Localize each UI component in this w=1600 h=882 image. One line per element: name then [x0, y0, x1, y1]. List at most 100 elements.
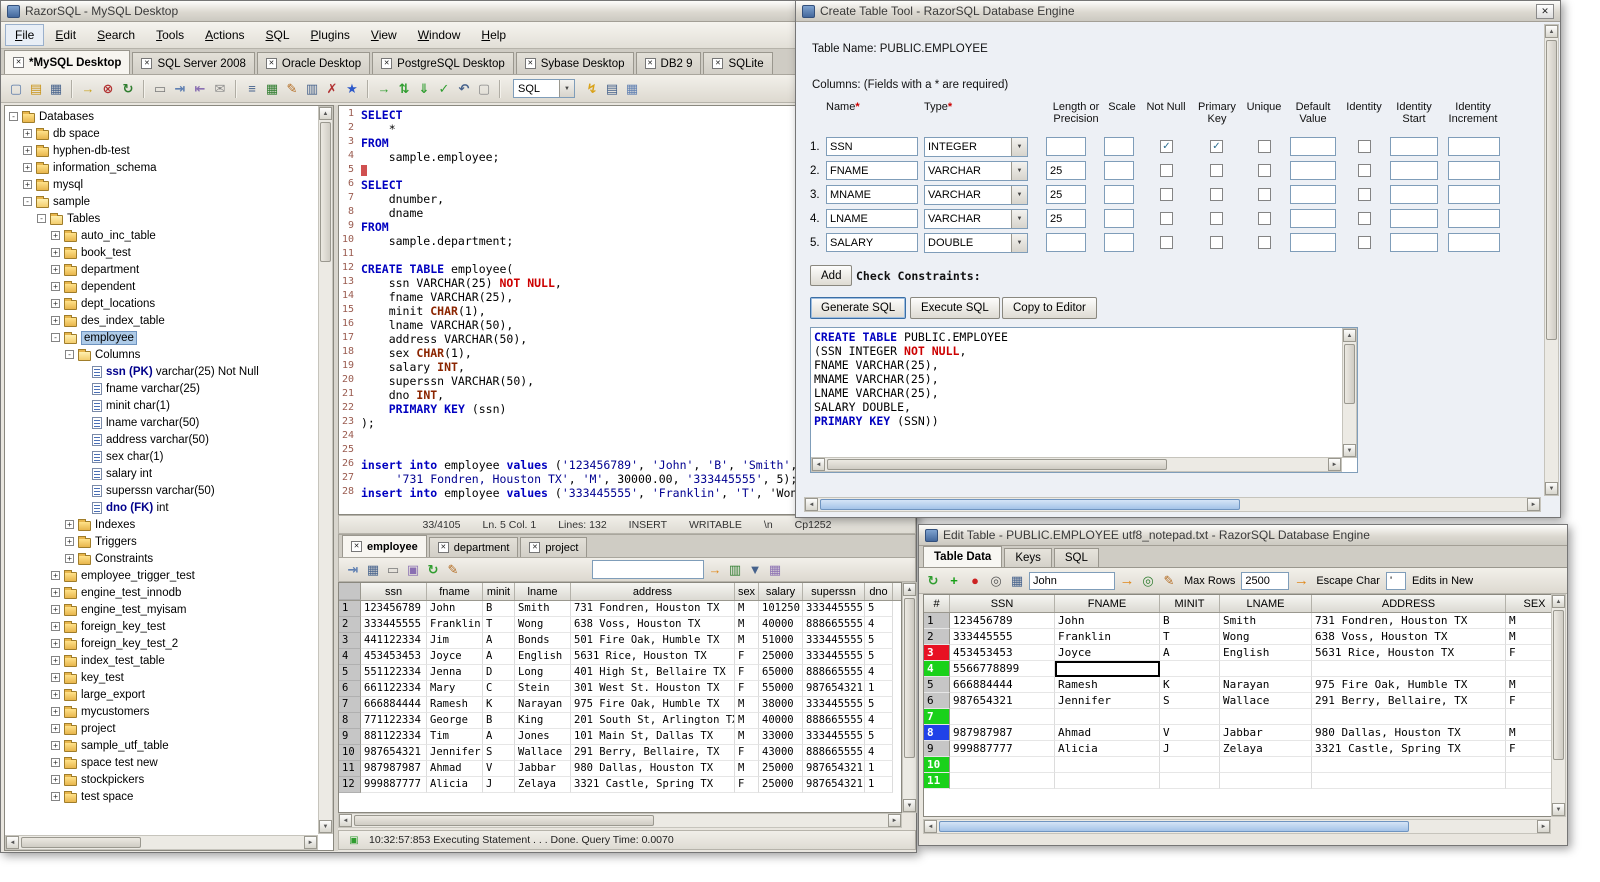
tab-close-icon[interactable]: ✕: [13, 57, 24, 68]
identity-checkbox[interactable]: [1358, 236, 1371, 249]
row-number[interactable]: 4: [339, 649, 361, 665]
results-cell[interactable]: Tim: [427, 729, 483, 745]
menu-item-search[interactable]: Search: [87, 24, 145, 46]
scroll-up-icon[interactable]: ▲: [1343, 329, 1356, 342]
length-input[interactable]: [1046, 161, 1086, 180]
scroll-down-icon[interactable]: ▼: [1545, 482, 1558, 495]
edit-column-header-address[interactable]: ADDRESS: [1312, 595, 1506, 612]
column-name-input[interactable]: [826, 185, 918, 204]
results-cell[interactable]: English: [515, 649, 571, 665]
edit-cell[interactable]: [1055, 773, 1160, 789]
edit-cell[interactable]: Smith: [1220, 613, 1312, 629]
edit-cell[interactable]: [1220, 661, 1312, 677]
connection-power-icon[interactable]: ↯: [583, 80, 601, 98]
expand-icon[interactable]: +: [23, 180, 32, 189]
results-column-header-dno[interactable]: dno: [865, 583, 893, 600]
tree-item-dependent[interactable]: + dependent: [5, 278, 318, 295]
collapse-icon[interactable]: -: [9, 112, 18, 121]
lookup-icon[interactable]: ▥: [726, 561, 744, 579]
tree-item-des-index-table[interactable]: + des_index_table: [5, 312, 318, 329]
primary-key-checkbox[interactable]: ✓: [1210, 140, 1223, 153]
tree-item-constraints[interactable]: + Constraints: [5, 550, 318, 567]
not-null-checkbox[interactable]: [1160, 236, 1173, 249]
identity-increment-input[interactable]: [1448, 161, 1500, 180]
scroll-left-icon[interactable]: ◄: [812, 458, 825, 471]
tab-sql[interactable]: SQL: [1053, 548, 1099, 567]
grid-view-icon[interactable]: ▦: [623, 80, 641, 98]
edit-cell[interactable]: 999887777: [950, 741, 1055, 757]
default-value-input[interactable]: [1290, 137, 1336, 156]
tab-close-icon[interactable]: ✕: [141, 58, 153, 69]
scroll-up-icon[interactable]: ▲: [319, 107, 332, 120]
results-cell[interactable]: F: [735, 777, 759, 793]
results-cell[interactable]: 4: [865, 745, 893, 761]
results-cell[interactable]: 1: [865, 681, 893, 697]
results-cell[interactable]: 888665555: [803, 665, 865, 681]
scroll-right-icon[interactable]: ►: [1527, 498, 1540, 511]
edit-cell[interactable]: [1220, 757, 1312, 773]
edit-cell[interactable]: Narayan: [1220, 677, 1312, 693]
column-name-input[interactable]: [826, 209, 918, 228]
edit-cell[interactable]: [1220, 709, 1312, 725]
length-input[interactable]: [1046, 233, 1086, 252]
edit-cell[interactable]: S: [1160, 693, 1220, 709]
scrollbar-track[interactable]: [19, 836, 304, 849]
results-column-header-ssn[interactable]: ssn: [361, 583, 427, 600]
row-number[interactable]: 1: [924, 613, 950, 629]
scrollbar-thumb[interactable]: [1546, 40, 1557, 340]
edit-cell[interactable]: 666884444: [950, 677, 1055, 693]
check-syntax-icon[interactable]: ✓: [435, 80, 453, 98]
expand-icon[interactable]: +: [51, 656, 60, 665]
scrollbar-thumb[interactable]: [904, 598, 915, 758]
results-cell[interactable]: Jones: [515, 729, 571, 745]
edit-cell[interactable]: [1160, 661, 1220, 677]
results-column-header-minit[interactable]: minit: [483, 583, 515, 600]
edit-cell[interactable]: 987987987: [950, 725, 1055, 741]
tree-item-stockpickers[interactable]: + stockpickers: [5, 771, 318, 788]
tab-close-icon[interactable]: ✕: [529, 542, 541, 553]
tab-close-icon[interactable]: ✕: [265, 58, 277, 69]
delete-row-icon[interactable]: ●: [966, 572, 984, 590]
row-number[interactable]: 2: [924, 629, 950, 645]
edit-cell[interactable]: [1220, 773, 1312, 789]
collapse-icon[interactable]: -: [51, 333, 60, 342]
edit-column-header-ssn[interactable]: SSN: [950, 595, 1055, 612]
new-editor-icon[interactable]: ▢: [475, 80, 493, 98]
filter-go-icon[interactable]: →: [706, 561, 724, 579]
expand-icon[interactable]: +: [51, 775, 60, 784]
results-cell[interactable]: 5: [865, 697, 893, 713]
row-number[interactable]: 6: [339, 681, 361, 697]
expand-icon[interactable]: +: [51, 248, 60, 257]
scroll-left-icon[interactable]: ◄: [805, 498, 818, 511]
primary-key-checkbox[interactable]: [1210, 212, 1223, 225]
edit-cell[interactable]: [950, 757, 1055, 773]
edit-cell[interactable]: [1160, 757, 1220, 773]
results-cell[interactable]: 333445555: [361, 617, 427, 633]
edit-cell[interactable]: [1312, 709, 1506, 725]
results-cell[interactable]: 333445555: [803, 633, 865, 649]
refresh-results-icon[interactable]: ↻: [424, 561, 442, 579]
connection-tab-mysql-desktop[interactable]: ✕ *MySQL Desktop: [4, 50, 131, 74]
scale-input[interactable]: [1104, 161, 1134, 180]
expand-icon[interactable]: +: [51, 792, 60, 801]
edit-cell[interactable]: 980 Dallas, Houston TX: [1312, 725, 1506, 741]
column-type-select[interactable]: VARCHAR ▼: [924, 185, 1028, 205]
edit-cell[interactable]: [1160, 773, 1220, 789]
scrollbar-track[interactable]: [825, 458, 1328, 471]
scale-input[interactable]: [1104, 233, 1134, 252]
results-cell[interactable]: D: [483, 665, 515, 681]
edit-cell[interactable]: Jennifer: [1055, 693, 1160, 709]
export-grid-icon[interactable]: ▦: [766, 561, 784, 579]
tree-item-address-varchar-50[interactable]: address varchar(50): [5, 431, 318, 448]
edit-cell[interactable]: T: [1160, 629, 1220, 645]
menu-item-file[interactable]: File: [5, 24, 45, 46]
results-cell[interactable]: 4: [865, 713, 893, 729]
default-value-input[interactable]: [1290, 209, 1336, 228]
results-cell[interactable]: 551122334: [361, 665, 427, 681]
identity-start-input[interactable]: [1390, 185, 1438, 204]
edit-cell[interactable]: [1312, 661, 1506, 677]
scrollbar-track[interactable]: [903, 596, 916, 799]
expand-icon[interactable]: +: [51, 231, 60, 240]
results-cell[interactable]: S: [483, 745, 515, 761]
scrollbar-thumb[interactable]: [827, 459, 1167, 470]
